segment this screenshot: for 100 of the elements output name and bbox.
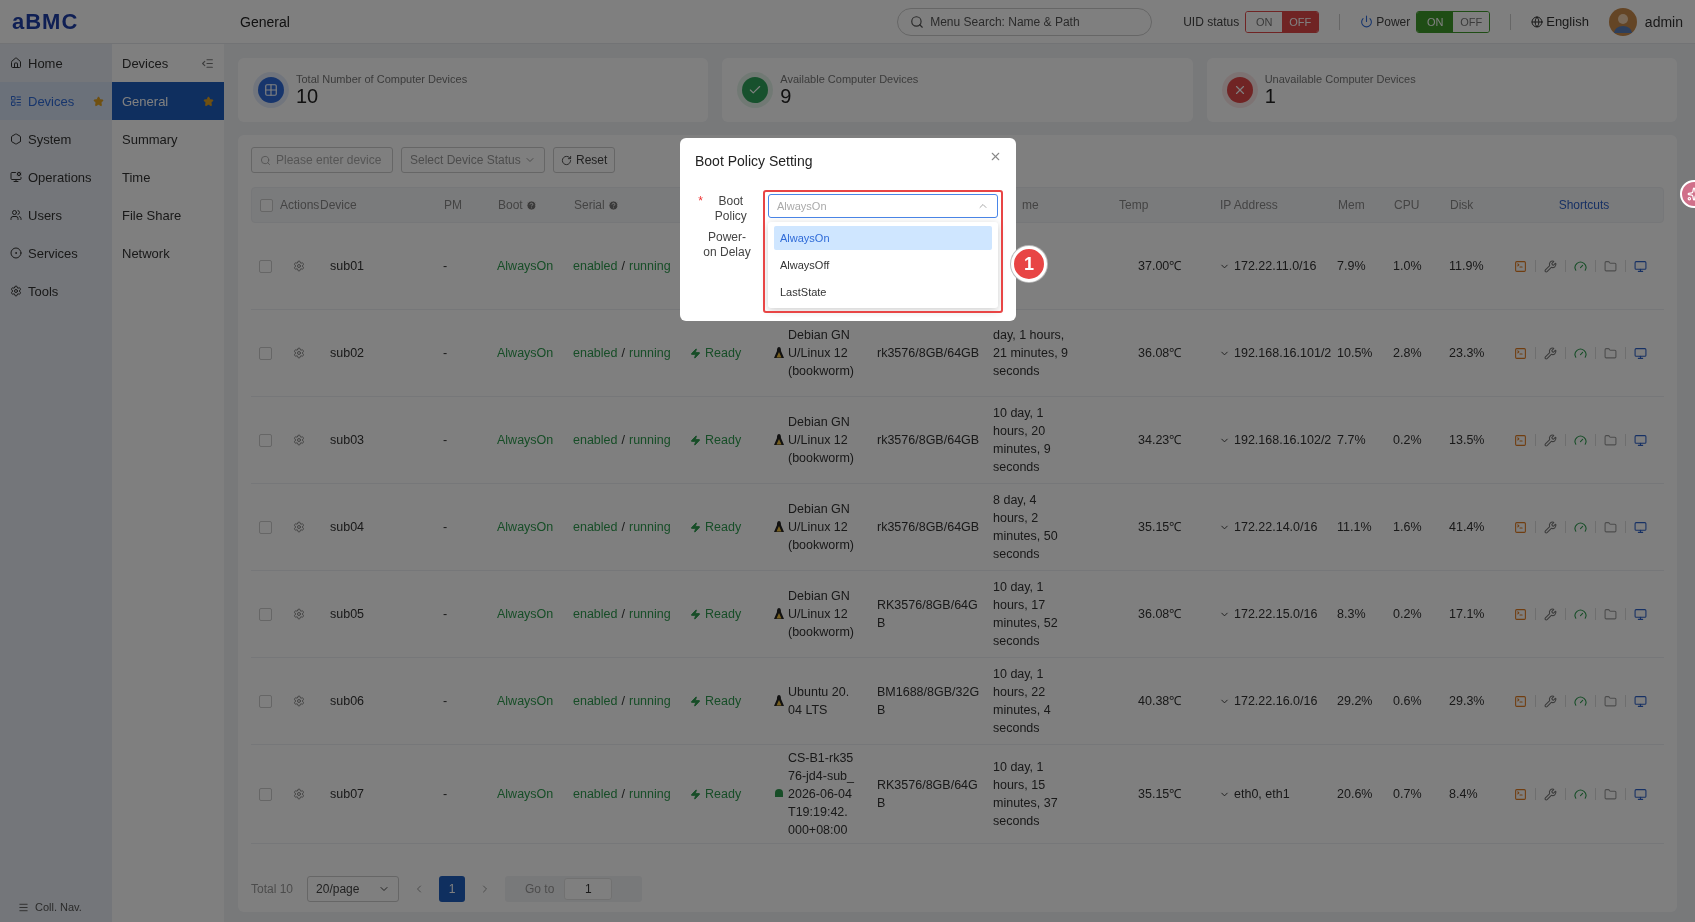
uid-status-toggle[interactable]: ON OFF — [1245, 10, 1320, 33]
avatar[interactable] — [1608, 7, 1637, 36]
folder-icon[interactable] — [1604, 607, 1617, 621]
bolt-icon — [690, 434, 701, 446]
device-status: Ready — [705, 606, 742, 623]
nav-item[interactable]: Operations — [0, 158, 112, 196]
subnav-item[interactable]: Network — [112, 234, 224, 272]
folder-icon[interactable] — [1604, 787, 1617, 801]
folder-icon[interactable] — [1604, 694, 1617, 708]
ip-address: 172.22.15.0/16 — [1234, 606, 1318, 623]
monitor-icon[interactable] — [1634, 520, 1647, 534]
page-input[interactable]: 1 — [564, 878, 613, 900]
page-button[interactable]: 1 — [439, 876, 466, 902]
nav-item[interactable]: System — [0, 120, 112, 158]
gauge-icon[interactable] — [1574, 433, 1587, 447]
boot-policy[interactable]: AlwaysOn — [497, 257, 554, 275]
terminal-icon[interactable] — [1514, 694, 1527, 708]
row-checkbox[interactable] — [259, 607, 272, 621]
terminal-icon[interactable] — [1514, 346, 1527, 360]
page-size-select[interactable]: 20/page — [307, 876, 400, 902]
boot-policy[interactable]: AlwaysOn — [497, 518, 554, 536]
wrench-icon[interactable] — [1544, 607, 1557, 621]
folder-icon[interactable] — [1604, 346, 1617, 360]
folder-icon[interactable] — [1604, 433, 1617, 447]
monitor-icon[interactable] — [1634, 787, 1647, 801]
power-toggle[interactable]: ON OFF — [1416, 10, 1491, 33]
boot-policy[interactable]: AlwaysOn — [497, 344, 554, 362]
terminal-icon[interactable] — [1514, 259, 1527, 273]
row-checkbox[interactable] — [259, 694, 272, 708]
monitor-icon[interactable] — [1634, 259, 1647, 273]
device-name: sub04 — [330, 519, 365, 536]
settings-icon[interactable] — [293, 347, 305, 359]
monitor-icon[interactable] — [1634, 694, 1647, 708]
nav-item[interactable]: Users — [0, 196, 112, 234]
collapse-nav-button[interactable]: Coll. Nav. — [0, 892, 112, 922]
gauge-icon[interactable] — [1574, 520, 1587, 534]
monitor-icon[interactable] — [1634, 346, 1647, 360]
settings-icon[interactable] — [293, 434, 305, 446]
ip-address: 192.168.16.101/2 — [1234, 345, 1332, 362]
gauge-icon[interactable] — [1574, 346, 1587, 360]
pm-value: - — [443, 786, 448, 803]
device-status: Ready — [705, 786, 742, 803]
dropdown-option[interactable]: AlwaysOn — [774, 226, 992, 250]
row-checkbox[interactable] — [259, 259, 272, 273]
monitor-icon[interactable] — [1634, 433, 1647, 447]
boot-policy[interactable]: AlwaysOn — [497, 431, 554, 449]
terminal-icon[interactable] — [1514, 787, 1527, 801]
wrench-icon[interactable] — [1544, 520, 1557, 534]
nav-item[interactable]: Devices — [0, 82, 112, 120]
row-checkbox[interactable] — [259, 433, 272, 447]
collapse-icon[interactable] — [201, 56, 214, 70]
row-checkbox[interactable] — [259, 520, 272, 534]
terminal-icon[interactable] — [1514, 433, 1527, 447]
reset-button[interactable]: Reset — [553, 147, 616, 173]
gauge-icon[interactable] — [1574, 787, 1587, 801]
boot-policy-select[interactable]: AlwaysOn — [768, 194, 998, 218]
nav-item[interactable]: Services — [0, 234, 112, 272]
boot-policy[interactable]: AlwaysOn — [497, 692, 554, 710]
language-label[interactable]: English — [1546, 14, 1589, 29]
device-name: sub02 — [330, 345, 365, 362]
row-checkbox[interactable] — [259, 787, 272, 801]
gauge-icon[interactable] — [1574, 694, 1587, 708]
settings-icon[interactable] — [293, 521, 305, 533]
subnav-item[interactable]: Time — [112, 158, 224, 196]
wrench-icon[interactable] — [1544, 694, 1557, 708]
close-button[interactable] — [989, 150, 1002, 163]
subnav-item[interactable]: General — [112, 82, 224, 120]
boot-policy[interactable]: AlwaysOn — [497, 605, 554, 623]
folder-icon[interactable] — [1604, 259, 1617, 273]
row-checkbox[interactable] — [259, 346, 272, 360]
wrench-icon[interactable] — [1544, 433, 1557, 447]
wrench-icon[interactable] — [1544, 787, 1557, 801]
monitor-icon[interactable] — [1634, 607, 1647, 621]
select-all-checkbox[interactable] — [260, 198, 273, 212]
boot-policy[interactable]: AlwaysOn — [497, 785, 554, 803]
terminal-icon[interactable] — [1514, 607, 1527, 621]
separator: / — [621, 693, 625, 710]
pm-value: - — [443, 693, 448, 710]
settings-icon[interactable] — [293, 695, 305, 707]
nav-item[interactable]: Home — [0, 44, 112, 82]
folder-icon[interactable] — [1604, 520, 1617, 534]
settings-icon[interactable] — [293, 260, 305, 272]
uptime: 10 day, 1 hours, 17 minutes, 52 seconds — [993, 579, 1059, 650]
temperature: 34.23℃ — [1138, 432, 1182, 449]
wrench-icon[interactable] — [1544, 259, 1557, 273]
terminal-icon[interactable] — [1514, 520, 1527, 534]
subnav-item[interactable]: File Share — [112, 196, 224, 234]
settings-icon[interactable] — [293, 608, 305, 620]
nav-item[interactable]: Tools — [0, 272, 112, 310]
gauge-icon[interactable] — [1574, 607, 1587, 621]
power-icon — [1360, 15, 1374, 28]
subnav-item[interactable]: Summary — [112, 120, 224, 158]
separator: / — [621, 345, 625, 362]
separator: / — [621, 786, 625, 803]
gauge-icon[interactable] — [1574, 259, 1587, 273]
settings-icon[interactable] — [293, 788, 305, 800]
uptime: 8 day, 4 hours, 2 minutes, 50 seconds — [993, 492, 1059, 563]
penguin-icon — [774, 695, 784, 707]
serial-enabled: enabled — [573, 693, 618, 710]
wrench-icon[interactable] — [1544, 346, 1557, 360]
